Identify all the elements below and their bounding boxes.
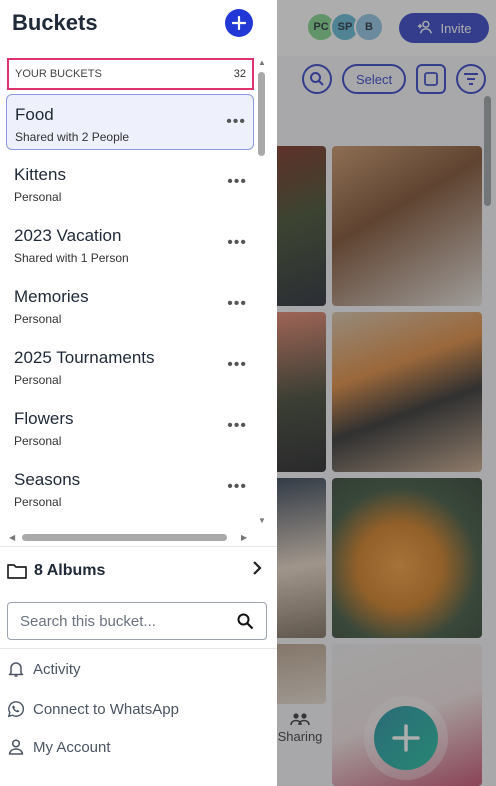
bucket-name: 2023 Vacation bbox=[14, 226, 122, 245]
bucket-item-flowers[interactable]: Flowers Personal ••• bbox=[6, 399, 254, 455]
menu-item-label: Activity bbox=[33, 660, 81, 678]
bucket-name: Seasons bbox=[14, 470, 81, 489]
menu-item-my-account[interactable]: My Account bbox=[7, 738, 111, 756]
search-input[interactable] bbox=[20, 612, 230, 630]
bucket-subtitle: Personal bbox=[14, 190, 62, 204]
bucket-name: 2025 Tournaments bbox=[14, 348, 155, 367]
plus-icon bbox=[232, 16, 246, 30]
menu-item-activity[interactable]: Activity bbox=[7, 660, 81, 678]
bucket-name: Memories bbox=[14, 287, 89, 306]
bucket-item-2025-tournaments[interactable]: 2025 Tournaments Personal ••• bbox=[6, 338, 254, 394]
your-buckets-header: YOUR BUCKETS 32 bbox=[7, 58, 254, 90]
bucket-name: Flowers bbox=[14, 409, 74, 428]
whatsapp-icon bbox=[7, 701, 25, 718]
more-options-icon[interactable]: ••• bbox=[227, 417, 247, 435]
more-options-icon[interactable]: ••• bbox=[226, 113, 246, 131]
bucket-name: Food bbox=[15, 105, 54, 124]
more-options-icon[interactable]: ••• bbox=[227, 356, 247, 374]
bucket-subtitle: Personal bbox=[14, 373, 62, 387]
user-icon bbox=[8, 739, 24, 755]
menu-item-label: My Account bbox=[33, 738, 111, 756]
drawer-title: Buckets bbox=[12, 10, 98, 35]
bucket-subtitle: Shared with 1 Person bbox=[14, 251, 129, 265]
search-icon[interactable] bbox=[236, 612, 254, 635]
albums-label: 8 Albums bbox=[34, 562, 106, 579]
scroll-left-arrow-icon[interactable]: ◀ bbox=[9, 533, 15, 542]
menu-item-whatsapp[interactable]: Connect to WhatsApp bbox=[7, 700, 179, 718]
buckets-drawer: Buckets YOUR BUCKETS 32 Food Shared with… bbox=[0, 0, 277, 786]
divider bbox=[0, 546, 277, 547]
add-bucket-button[interactable] bbox=[225, 9, 253, 37]
bucket-item-2023-vacation[interactable]: 2023 Vacation Shared with 1 Person ••• bbox=[6, 216, 254, 272]
folder-icon bbox=[7, 564, 27, 579]
bucket-subtitle: Personal bbox=[14, 434, 62, 448]
scroll-up-arrow-icon[interactable]: ▲ bbox=[258, 58, 266, 67]
horizontal-scroll-thumb[interactable] bbox=[22, 534, 227, 541]
menu-item-label: Connect to WhatsApp bbox=[33, 700, 179, 718]
chevron-right-icon bbox=[252, 560, 262, 581]
albums-row[interactable]: 8 Albums bbox=[6, 556, 268, 586]
more-options-icon[interactable]: ••• bbox=[227, 173, 247, 191]
bucket-subtitle: Personal bbox=[14, 495, 62, 509]
scroll-right-arrow-icon[interactable]: ▶ bbox=[241, 533, 247, 542]
bucket-item-food[interactable]: Food Shared with 2 People ••• bbox=[6, 94, 254, 150]
scroll-down-arrow-icon[interactable]: ▼ bbox=[258, 516, 266, 525]
bucket-item-seasons[interactable]: Seasons Personal ••• bbox=[6, 460, 254, 516]
bucket-name: Kittens bbox=[14, 165, 66, 184]
bell-icon bbox=[8, 662, 24, 677]
your-buckets-label: YOUR BUCKETS bbox=[15, 68, 102, 80]
bucket-search-box[interactable] bbox=[7, 602, 267, 640]
more-options-icon[interactable]: ••• bbox=[227, 234, 247, 252]
vertical-scroll-thumb[interactable] bbox=[258, 72, 265, 156]
bucket-subtitle: Personal bbox=[14, 312, 62, 326]
bucket-subtitle: Shared with 2 People bbox=[15, 130, 130, 144]
more-options-icon[interactable]: ••• bbox=[227, 295, 247, 313]
divider bbox=[0, 648, 277, 649]
bucket-item-kittens[interactable]: Kittens Personal ••• bbox=[6, 155, 254, 211]
bucket-item-memories[interactable]: Memories Personal ••• bbox=[6, 277, 254, 333]
bucket-count: 32 bbox=[233, 68, 246, 80]
more-options-icon[interactable]: ••• bbox=[227, 478, 247, 496]
